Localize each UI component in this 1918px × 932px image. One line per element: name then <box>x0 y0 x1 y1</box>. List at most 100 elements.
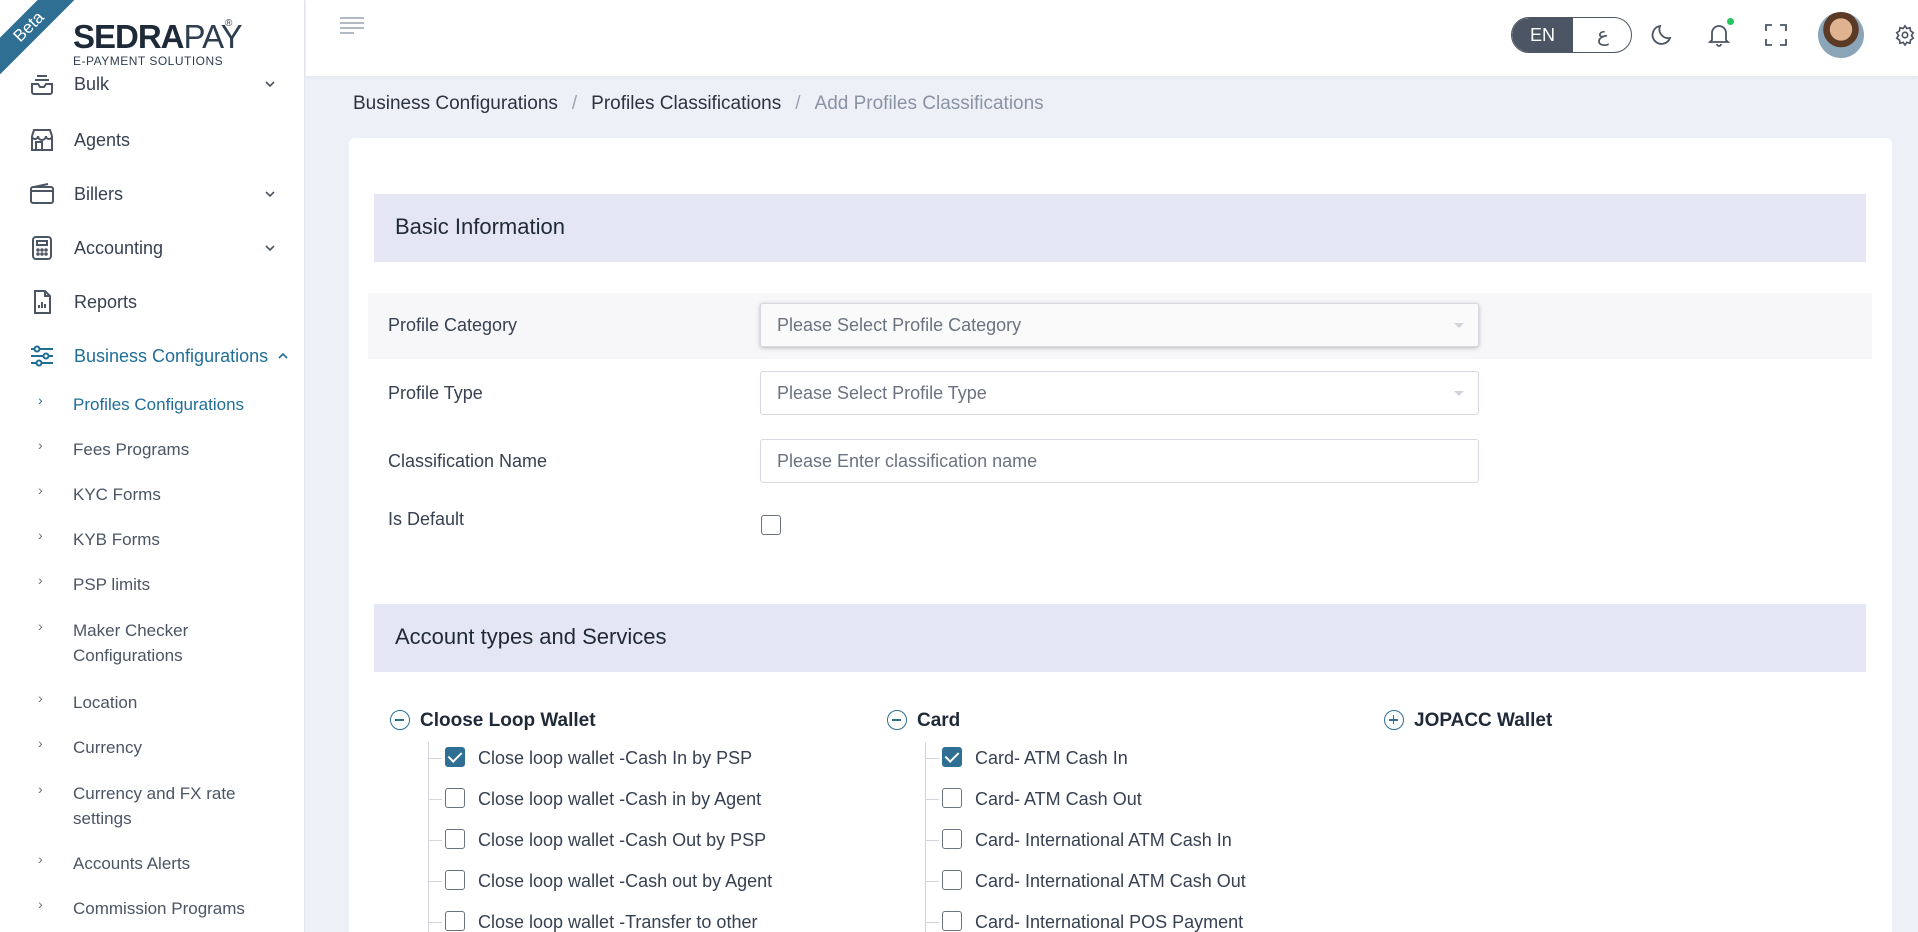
profile-category-row: Profile Category Please Select Profile C… <box>368 293 1872 359</box>
sliders-icon <box>31 345 53 367</box>
breadcrumb: Business Configurations / Profiles Class… <box>353 93 1044 115</box>
classification-name-label: Classification Name <box>388 451 548 471</box>
chevron-down-icon <box>265 191 275 198</box>
service-checkbox[interactable] <box>942 747 962 767</box>
chevron-right-icon: › <box>38 781 43 797</box>
menu-icon[interactable] <box>339 16 365 36</box>
profile-category-select[interactable]: Please Select Profile Category <box>760 303 1479 347</box>
breadcrumb-item[interactable]: Profiles Classifications <box>591 93 781 115</box>
lang-en-button[interactable]: EN <box>1512 18 1573 52</box>
service-option[interactable]: Card- ATM Cash Out <box>925 785 1345 815</box>
chevron-right-icon: › <box>38 392 43 408</box>
classification-name-row: Classification Name <box>368 429 1872 495</box>
sidebar-item-label: Agents <box>74 129 131 150</box>
avatar[interactable] <box>1818 12 1864 58</box>
wallet-icon <box>30 183 54 204</box>
service-checkbox[interactable] <box>445 747 465 767</box>
section-title: Account types and Services <box>395 624 667 649</box>
chevron-right-icon: › <box>38 527 43 543</box>
service-option[interactable]: Close loop wallet -Cash in by Agent <box>428 785 848 815</box>
sidebar-item-label: Reports <box>74 291 138 312</box>
sidebar-item-label: Billers <box>74 183 124 204</box>
form-card: Basic Information Profile Category Pleas… <box>349 138 1892 932</box>
expand-icon[interactable] <box>1384 710 1404 730</box>
breadcrumb-separator: / <box>795 93 801 114</box>
service-checkbox[interactable] <box>942 788 962 808</box>
chevron-right-icon: › <box>38 896 43 912</box>
is-default-checkbox[interactable] <box>761 515 781 535</box>
moon-icon[interactable] <box>1650 22 1676 48</box>
service-option[interactable]: Card- International POS Payment <box>925 908 1345 932</box>
service-checkbox[interactable] <box>445 788 465 808</box>
language-toggle[interactable]: EN ع <box>1511 17 1632 53</box>
report-icon <box>34 290 51 314</box>
breadcrumb-separator: / <box>571 93 578 114</box>
profile-type-select[interactable]: Please Select Profile Type <box>760 371 1479 415</box>
logo-registered: ® <box>225 18 233 29</box>
chevron-up-icon <box>278 352 288 359</box>
chevron-down-icon <box>265 81 275 88</box>
basic-information-header: Basic Information <box>374 194 1866 262</box>
caret-down-icon <box>1454 391 1464 396</box>
service-checkbox[interactable] <box>445 829 465 849</box>
section-title: Basic Information <box>395 214 565 239</box>
chevron-right-icon: › <box>38 572 43 588</box>
group-title: JOPACC Wallet <box>1414 710 1553 731</box>
chevron-right-icon: › <box>38 851 43 867</box>
group-title: Cloose Loop Wallet <box>420 710 596 731</box>
chevron-right-icon: › <box>38 735 43 751</box>
sidebar-item-label: Business Configurations <box>74 345 269 366</box>
chevron-right-icon: › <box>38 618 43 634</box>
collapse-icon[interactable] <box>887 710 907 730</box>
service-checkbox[interactable] <box>942 829 962 849</box>
topbar: EN ع <box>306 0 1918 76</box>
logo-name-bold: SEDRA <box>73 18 185 55</box>
breadcrumb-current: Add Profiles Classifications <box>814 93 1044 114</box>
calculator-icon <box>32 236 52 260</box>
sidebar-item-reports[interactable]: Reports <box>0 282 304 322</box>
tray-icon <box>31 75 53 95</box>
sidebar-item-label: Bulk <box>74 73 110 94</box>
notification-dot <box>1726 17 1735 26</box>
service-checkbox[interactable] <box>942 870 962 890</box>
logo-name-light: PAY <box>183 18 243 55</box>
service-option[interactable]: Close loop wallet -Cash In by PSP <box>428 744 848 774</box>
bell-icon[interactable] <box>1706 22 1732 48</box>
service-option[interactable]: Close loop wallet -Transfer to other <box>428 908 848 932</box>
classification-name-input[interactable] <box>760 439 1479 483</box>
profile-type-label: Profile Type <box>388 383 483 403</box>
sidebar-item-accounting[interactable]: Accounting <box>0 228 304 268</box>
service-option[interactable]: Card- ATM Cash In <box>925 744 1345 774</box>
is-default-label: Is Default <box>388 509 465 529</box>
service-option[interactable]: Card- International ATM Cash Out <box>925 867 1345 897</box>
group-title: Card <box>917 710 961 731</box>
sidebar-item-billers[interactable]: Billers <box>0 174 304 214</box>
breadcrumb-item[interactable]: Business Configurations <box>353 93 558 115</box>
sidebar-item-agents[interactable]: Agents <box>0 120 304 160</box>
profile-type-row: Profile Type Please Select Profile Type <box>368 361 1872 427</box>
sidebar-item-bulk[interactable]: Bulk <box>0 64 304 104</box>
logo[interactable]: SEDRAPAY ® E-PAYMENT SOLUTIONS <box>73 18 243 70</box>
sidebar: Beta SEDRAPAY ® E-PAYMENT SOLUTIONS Bulk… <box>0 0 305 932</box>
fullscreen-icon[interactable] <box>1763 22 1789 48</box>
service-checkbox[interactable] <box>445 911 465 931</box>
profile-category-label: Profile Category <box>388 315 518 335</box>
chevron-right-icon: › <box>38 437 43 453</box>
chevron-right-icon: › <box>38 690 43 706</box>
collapse-icon[interactable] <box>390 710 410 730</box>
chevron-down-icon <box>265 245 275 252</box>
store-icon <box>31 129 53 151</box>
account-types-header: Account types and Services <box>374 604 1866 672</box>
service-option[interactable]: Close loop wallet -Cash Out by PSP <box>428 826 848 856</box>
is-default-row: Is Default <box>368 488 1872 554</box>
service-checkbox[interactable] <box>942 911 962 931</box>
gear-icon[interactable] <box>1894 24 1916 46</box>
service-checkbox[interactable] <box>445 870 465 890</box>
caret-down-icon <box>1454 323 1464 328</box>
lang-ar-button[interactable]: ع <box>1573 18 1631 52</box>
sidebar-item-label: Accounting <box>74 237 164 258</box>
sidebar-item-business-configurations[interactable]: Business Configurations <box>0 336 304 376</box>
service-option[interactable]: Card- International ATM Cash In <box>925 826 1345 856</box>
chevron-right-icon: › <box>38 482 43 498</box>
service-option[interactable]: Close loop wallet -Cash out by Agent <box>428 867 848 897</box>
